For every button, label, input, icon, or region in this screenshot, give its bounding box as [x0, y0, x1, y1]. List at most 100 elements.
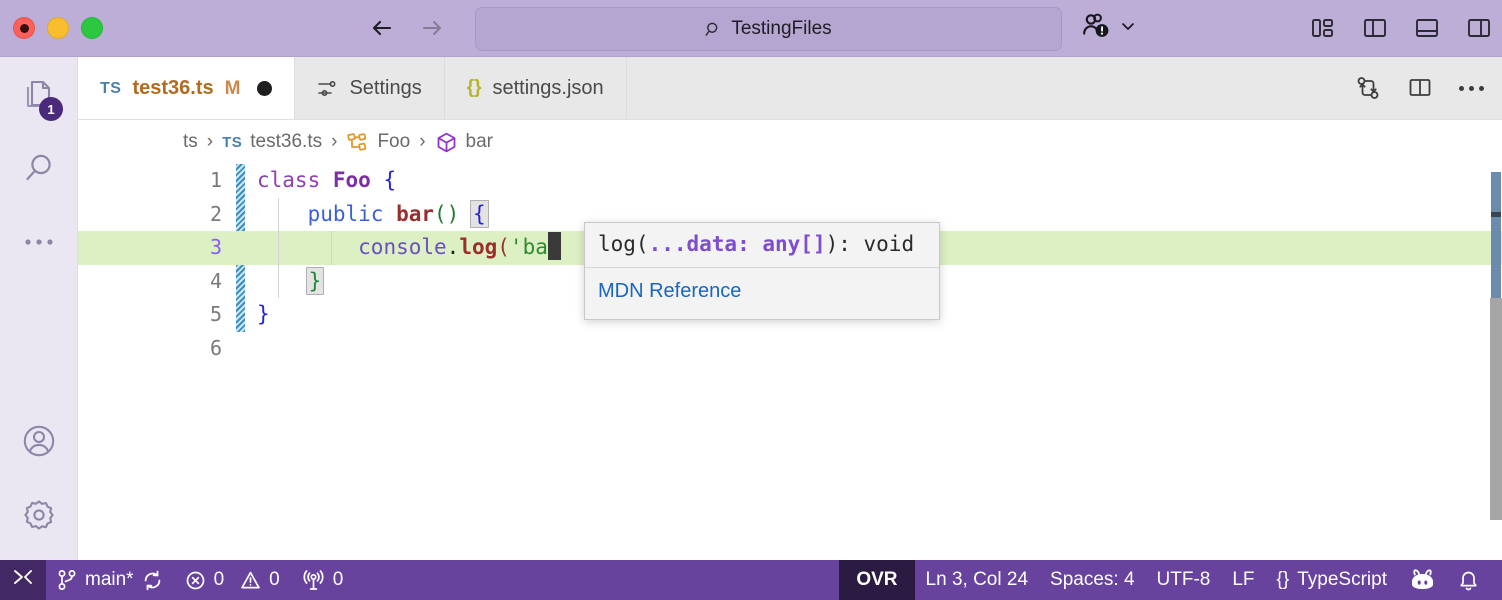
tab-bar: TS test36.ts M Settings {} settings.json	[78, 57, 1502, 120]
sidebar-item-explorer[interactable]: 1	[0, 57, 77, 131]
symbol-method-icon	[435, 131, 458, 154]
breadcrumb-item-folder[interactable]: ts	[183, 131, 198, 153]
breadcrumb-item-method[interactable]: bar	[435, 131, 493, 154]
status-bar: main* 0 0 0 OVR Ln 3, Col 24 Spaces: 4 U…	[0, 560, 1502, 600]
navigation-buttons	[370, 0, 444, 56]
tab-settings-json[interactable]: {} settings.json	[444, 57, 627, 119]
activity-bar: 1	[0, 57, 78, 560]
tab-label: Settings	[349, 76, 422, 99]
status-eol[interactable]: LF	[1221, 560, 1265, 600]
typescript-icon: TS	[222, 133, 243, 151]
title-bar: TestingFiles	[0, 0, 1502, 57]
editor-actions	[1355, 57, 1502, 119]
breadcrumb-item-class[interactable]: Foo	[346, 131, 410, 154]
vscode-window: TestingFiles 1 TS test36.ts M Settings {…	[0, 0, 1502, 600]
breadcrumb-separator: ›	[331, 131, 338, 152]
more-actions-icon[interactable]	[1459, 85, 1484, 91]
token-member: log	[459, 235, 498, 259]
quick-input-value: TestingFiles	[731, 18, 832, 39]
accounts-warning-icon	[1082, 12, 1112, 45]
sidebar-item-manage-settings[interactable]	[0, 478, 77, 552]
editor-area: TS test36.ts M Settings {} settings.json…	[78, 57, 1502, 560]
status-notifications[interactable]	[1447, 560, 1490, 600]
token-paren: (	[497, 235, 510, 259]
language-mode-label: TypeScript	[1297, 569, 1387, 590]
line-number: 2	[209, 201, 222, 226]
line-content: public bar() {	[257, 198, 489, 232]
status-encoding[interactable]: UTF-8	[1146, 560, 1222, 600]
remote-indicator[interactable]	[0, 560, 46, 600]
search-icon	[19, 148, 59, 188]
warning-count: 0	[269, 569, 280, 590]
mdn-reference-link[interactable]: MDN Reference	[585, 268, 939, 319]
maximize-window-button[interactable]	[81, 17, 103, 39]
breadcrumb: ts › TS test36.ts › Foo › bar	[78, 120, 1502, 164]
breadcrumb-separator: ›	[419, 131, 426, 152]
token-matching-brace: {	[469, 199, 489, 228]
branch-name: main*	[85, 569, 134, 590]
status-problems[interactable]: 0 0	[174, 560, 291, 600]
split-editor-icon[interactable]	[1407, 75, 1433, 101]
back-button[interactable]	[370, 16, 394, 40]
tab-label: settings.json	[492, 76, 604, 99]
tab-label: test36.ts	[132, 77, 214, 99]
line-number: 4	[209, 268, 222, 293]
minimize-window-button[interactable]	[47, 17, 69, 39]
account-icon	[18, 420, 60, 462]
code-editor[interactable]: 1 class Foo { 2 public bar() { 3 console…	[78, 164, 1502, 560]
token-string: 'ba	[509, 235, 548, 259]
sidebar-item-search[interactable]	[0, 131, 77, 205]
scrollbar-slider[interactable]	[1490, 298, 1502, 520]
breadcrumb-item-file[interactable]: TS test36.ts	[222, 131, 322, 153]
sidebar-item-more-views[interactable]	[0, 205, 77, 279]
sidebar-item-accounts[interactable]	[0, 404, 77, 478]
toggle-primary-sidebar-button[interactable]	[1362, 15, 1388, 41]
customize-layout-button[interactable]	[1310, 15, 1336, 41]
token-matching-brace: }	[305, 266, 325, 295]
accounts-menu[interactable]	[1082, 0, 1137, 56]
line-number: 6	[209, 335, 222, 360]
status-cursor-position[interactable]: Ln 3, Col 24	[915, 560, 1039, 600]
hover-signature-suffix: ): void	[825, 232, 915, 256]
status-language-mode[interactable]: {} TypeScript	[1266, 560, 1398, 600]
status-bar-right: OVR Ln 3, Col 24 Spaces: 4 UTF-8 LF {} T…	[839, 560, 1502, 600]
remote-host-icon	[12, 568, 34, 592]
status-ports[interactable]: 0	[291, 560, 355, 600]
status-copilot[interactable]	[1398, 560, 1447, 600]
tab-test36-ts[interactable]: TS test36.ts M	[78, 57, 296, 119]
token-brace: {	[383, 168, 397, 192]
status-indentation[interactable]: Spaces: 4	[1039, 560, 1146, 600]
overview-cursor-marker	[1491, 212, 1501, 217]
forward-button[interactable]	[420, 16, 444, 40]
hover-tooltip: log(...data: any[]): void MDN Reference	[584, 222, 940, 320]
close-window-button[interactable]	[13, 17, 35, 39]
copilot-icon	[1409, 569, 1436, 591]
breadcrumb-separator: ›	[206, 131, 214, 152]
line-number: 3	[209, 235, 222, 259]
token-brace: }	[257, 302, 270, 326]
symbol-class-icon	[346, 131, 369, 154]
text-cursor	[547, 232, 561, 260]
indent-guide	[278, 197, 279, 298]
source-control-branch-icon	[57, 569, 77, 591]
activity-bar-top: 1	[0, 57, 77, 279]
quick-input-search-box[interactable]: TestingFiles	[475, 7, 1062, 51]
code-line-1: 1 class Foo {	[78, 164, 1502, 198]
toggle-secondary-sidebar-button[interactable]	[1466, 15, 1492, 41]
chevron-down-icon	[1119, 17, 1137, 40]
toggle-panel-button[interactable]	[1414, 15, 1440, 41]
status-overtype-mode[interactable]: OVR	[839, 560, 915, 600]
tab-settings[interactable]: Settings	[295, 57, 445, 119]
source-control-compare-icon[interactable]	[1355, 75, 1381, 101]
editor-scrollbar[interactable]	[1488, 164, 1502, 560]
token-dot: .	[446, 235, 460, 259]
typescript-icon: TS	[100, 79, 122, 97]
status-bar-left: main* 0 0 0	[0, 560, 354, 600]
error-count: 0	[213, 569, 225, 590]
status-branch[interactable]: main*	[46, 560, 174, 600]
warning-triangle-icon	[240, 570, 261, 591]
error-circle-icon	[185, 570, 206, 591]
explorer-badge-count: 1	[39, 97, 63, 121]
breadcrumb-label: Foo	[377, 131, 411, 152]
tab-dirty-indicator[interactable]	[257, 81, 273, 96]
